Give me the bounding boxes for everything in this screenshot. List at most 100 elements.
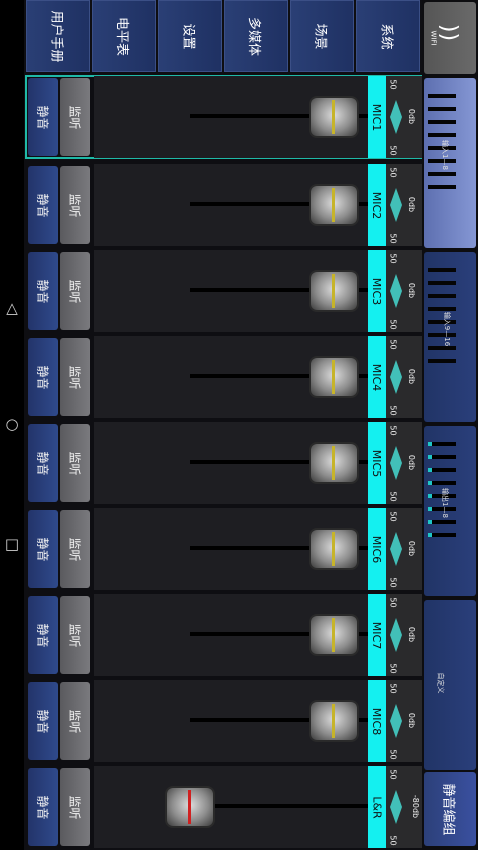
pan-control[interactable]: 50 0db 50: [386, 508, 422, 590]
channel-name-tab[interactable]: L&R: [368, 766, 386, 848]
pan-right-value: 50: [388, 577, 398, 588]
group-input-1-8[interactable]: 输入1—8: [424, 78, 476, 248]
fader-rail: [190, 804, 374, 808]
mute-button[interactable]: 静音: [28, 768, 58, 846]
fader-track[interactable]: [94, 164, 408, 246]
back-triangle-icon[interactable]: △: [0, 296, 24, 320]
channel-name-tab[interactable]: MIC3: [368, 250, 386, 332]
monitor-button[interactable]: 监听: [60, 424, 90, 502]
pan-right-value: 50: [388, 749, 398, 760]
home-circle-icon[interactable]: ○: [0, 412, 24, 436]
wifi-button[interactable]: )) WIFI: [424, 2, 476, 74]
pan-control[interactable]: 50 0db 50: [386, 594, 422, 676]
group-input-9-16[interactable]: 输入9—16: [424, 252, 476, 422]
monitor-button[interactable]: 监听: [60, 166, 90, 244]
fader-knob[interactable]: [310, 616, 357, 654]
fader-knob[interactable]: [310, 272, 357, 310]
mute-button-label: 静音: [35, 794, 50, 820]
mute-button[interactable]: 静音: [28, 510, 58, 588]
pan-knob-icon[interactable]: [390, 100, 402, 134]
channel-name-tab[interactable]: MIC7: [368, 594, 386, 676]
fader-track[interactable]: [94, 680, 408, 762]
channel-name-tab[interactable]: MIC6: [368, 508, 386, 590]
recent-apps-square-icon[interactable]: □: [0, 532, 24, 556]
monitor-button[interactable]: 监听: [60, 596, 90, 674]
channel-name-tab[interactable]: MIC2: [368, 164, 386, 246]
monitor-button[interactable]: 监听: [60, 338, 90, 416]
mute-button-label: 静音: [35, 192, 50, 218]
menu-multimedia[interactable]: 多媒体: [224, 0, 288, 72]
monitor-button[interactable]: 监听: [60, 252, 90, 330]
monitor-button[interactable]: 监听: [60, 510, 90, 588]
pan-control[interactable]: 50 0db 50: [386, 164, 422, 246]
group-custom[interactable]: 自定义: [424, 600, 476, 770]
fader-track[interactable]: [94, 76, 408, 158]
menu-user-manual-label: 用户手册: [48, 9, 64, 63]
channel-name-tab[interactable]: MIC5: [368, 422, 386, 504]
fader-knob[interactable]: [310, 702, 357, 740]
mute-button[interactable]: 静音: [28, 252, 58, 330]
mute-button[interactable]: 静音: [28, 682, 58, 760]
fader-track[interactable]: [94, 766, 408, 848]
pan-knob-icon[interactable]: [390, 704, 402, 738]
channel-strip: 静音 监听 L&R 50 -80db 50 L&R: [26, 765, 435, 848]
pan-knob-icon[interactable]: [390, 188, 402, 222]
pan-right-value: 50: [388, 145, 398, 156]
mute-button[interactable]: 静音: [28, 596, 58, 674]
channel-strip: 静音 监听 MIC7 50 0db 50 MIC7: [26, 591, 437, 676]
pan-knob-icon[interactable]: [390, 618, 402, 652]
pan-knob-icon[interactable]: [390, 360, 402, 394]
menu-scene[interactable]: 场景: [290, 0, 354, 72]
pan-control[interactable]: 50 0db 50: [386, 422, 422, 504]
channel-name-tab[interactable]: MIC4: [368, 336, 386, 418]
pan-control[interactable]: 50 0db 50: [386, 680, 422, 762]
channel-name-tab[interactable]: MIC1: [368, 76, 386, 158]
group-output-1-8[interactable]: 输出1—8: [424, 426, 476, 596]
menu-level-meter[interactable]: 电平表: [92, 0, 156, 72]
fader-knob[interactable]: [310, 530, 357, 568]
monitor-button-label: 监听: [67, 794, 82, 820]
menu-user-manual[interactable]: 用户手册: [26, 0, 90, 72]
fader-knob[interactable]: [310, 186, 357, 224]
pan-left-value: 50: [388, 425, 398, 436]
pan-knob-icon[interactable]: [390, 274, 402, 308]
monitor-button[interactable]: 监听: [60, 768, 90, 846]
fader-track[interactable]: [94, 422, 408, 504]
pan-knob-icon[interactable]: [390, 532, 402, 566]
monitor-button[interactable]: 监听: [60, 682, 90, 760]
pan-control[interactable]: 50 -80db 50: [386, 766, 422, 848]
fader-track[interactable]: [94, 508, 408, 590]
monitor-button[interactable]: 监听: [60, 78, 90, 156]
mute-button[interactable]: 静音: [28, 166, 58, 244]
fader-knob[interactable]: [167, 788, 213, 826]
fader-track[interactable]: [94, 250, 408, 332]
wifi-label: WIFI: [429, 30, 438, 46]
mute-button-label: 静音: [35, 104, 50, 130]
channel-name: MIC5: [370, 449, 384, 477]
gain-readout: 0db: [407, 712, 417, 729]
mute-button[interactable]: 静音: [28, 424, 58, 502]
pan-right-value: 50: [388, 663, 398, 674]
pan-knob-icon[interactable]: [390, 790, 402, 824]
channel-name-tab[interactable]: MIC8: [368, 680, 386, 762]
group-output-1-8-label: 输出1—8: [440, 488, 449, 518]
fader-track[interactable]: [94, 594, 408, 676]
pan-left-value: 50: [388, 339, 398, 350]
pan-knob-icon[interactable]: [390, 446, 402, 480]
menu-system[interactable]: 系统: [356, 0, 420, 72]
pan-control[interactable]: 50 0db 50: [386, 336, 422, 418]
fader-knob[interactable]: [310, 444, 357, 482]
pan-control[interactable]: 50 0db 50: [386, 76, 422, 158]
pan-right-value: 50: [388, 835, 398, 846]
fader-knob[interactable]: [310, 98, 357, 136]
menu-level-meter-label: 电平表: [114, 16, 130, 56]
pan-control[interactable]: 50 0db 50: [386, 250, 422, 332]
menu-settings[interactable]: 设置: [158, 0, 222, 72]
mute-button[interactable]: 静音: [28, 78, 58, 156]
mute-group-button[interactable]: 静音编组: [424, 772, 476, 846]
fader-knob[interactable]: [310, 358, 357, 396]
mute-button[interactable]: 静音: [28, 338, 58, 416]
gain-readout: 0db: [407, 368, 417, 385]
fader-track[interactable]: [94, 336, 408, 418]
monitor-button-label: 监听: [67, 622, 82, 648]
